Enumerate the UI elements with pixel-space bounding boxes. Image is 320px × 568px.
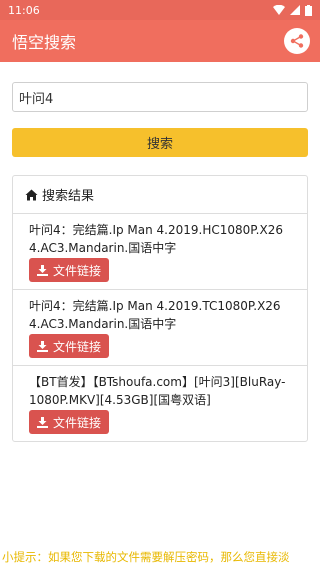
result-title: 叶问4：完结篇.Ip Man 4.2019.TC1080P.X264.AC3.M… xyxy=(29,299,281,331)
result-item: 叶问4：完结篇.Ip Man 4.2019.TC1080P.X264.AC3.M… xyxy=(13,290,307,366)
result-title: 叶问4：完结篇.Ip Man 4.2019.HC1080P.X264.AC3.M… xyxy=(29,223,283,255)
share-button[interactable] xyxy=(284,28,310,54)
status-bar: 11:06 xyxy=(0,0,320,20)
app-bar: 悟空搜索 xyxy=(0,20,320,62)
file-link-label: 文件链接 xyxy=(53,415,102,430)
battery-icon xyxy=(305,4,312,16)
wifi-icon xyxy=(273,5,285,15)
file-link-label: 文件链接 xyxy=(53,263,102,278)
result-item: 叶问4：完结篇.Ip Man 4.2019.HC1080P.X264.AC3.M… xyxy=(13,214,307,290)
file-link-button[interactable]: 文件链接 xyxy=(29,258,110,282)
results-header: 搜索结果 xyxy=(13,176,307,214)
home-icon xyxy=(25,189,38,200)
results-panel: 搜索结果 叶问4：完结篇.Ip Man 4.2019.HC1080P.X264.… xyxy=(12,175,308,442)
search-input[interactable] xyxy=(12,82,308,112)
footer-tip: 小提示：如果您下载的文件需要解压密码，那么您直接淡 xyxy=(2,550,290,564)
download-icon xyxy=(37,416,48,428)
download-icon xyxy=(37,264,48,276)
download-icon xyxy=(37,340,48,352)
status-time: 11:06 xyxy=(8,3,40,17)
app-title: 悟空搜索 xyxy=(12,33,77,52)
file-link-button[interactable]: 文件链接 xyxy=(29,410,110,434)
signal-icon xyxy=(290,5,300,15)
result-title: 【BT首发】【BTshoufa.com】[叶问3][BluRay-1080P.M… xyxy=(29,375,286,407)
file-link-label: 文件链接 xyxy=(53,339,102,354)
file-link-button[interactable]: 文件链接 xyxy=(29,334,110,358)
main-content: 搜索 搜索结果 叶问4：完结篇.Ip Man 4.2019.HC1080P.X2… xyxy=(0,62,320,442)
share-icon xyxy=(290,34,304,48)
results-title: 搜索结果 xyxy=(42,189,95,204)
search-button[interactable]: 搜索 xyxy=(12,128,308,157)
status-icons xyxy=(273,4,312,16)
result-item: 【BT首发】【BTshoufa.com】[叶问3][BluRay-1080P.M… xyxy=(13,366,307,441)
